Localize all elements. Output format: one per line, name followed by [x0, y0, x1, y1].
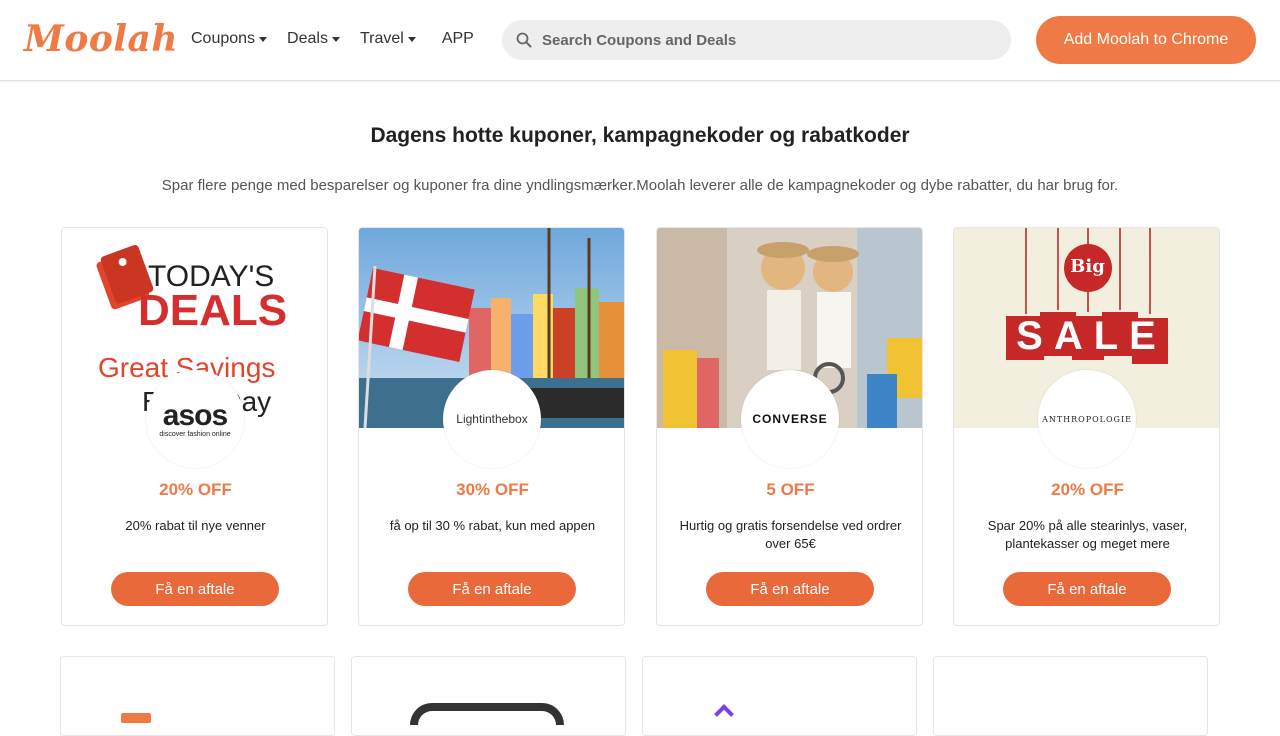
search-icon [516, 32, 532, 48]
deal-card-row2-2 [351, 656, 626, 736]
deal-card-row2-3 [642, 656, 917, 736]
chevron-down-icon [407, 36, 416, 42]
nav-app-label: APP [441, 30, 474, 47]
anthropologie-logo[interactable]: ANTHROPOLOGIE [1038, 370, 1136, 468]
deal-card-asos: TODAY'S DEALS Great Savings Every Day as… [61, 227, 328, 626]
banner-text-big: Big [1070, 256, 1105, 277]
page-subtitle: Spar flere penge med besparelser og kupo… [161, 177, 1119, 194]
nav-coupons[interactable]: Coupons [191, 30, 268, 48]
deal-card-row2-4 [933, 656, 1208, 736]
search-bar[interactable] [502, 20, 1011, 60]
chevron-down-icon [259, 36, 268, 42]
deal-card-lightinthebox: Lightinthebox 30% OFF få op til 30 % rab… [358, 227, 625, 626]
get-deal-button[interactable]: Få en aftale [1003, 572, 1171, 606]
get-deal-button[interactable]: Få en aftale [408, 572, 576, 606]
brand-logo-partial [121, 713, 151, 723]
banner-text-deals: DEALS [138, 286, 288, 335]
nav-deals[interactable]: Deals [287, 30, 340, 48]
brand-logo-partial [410, 703, 564, 725]
deal-card-anthropologie: Big SALE ANTHROPOLOGIE 20% OFF Spar 20% … [953, 227, 1220, 626]
nav-deals-label: Deals [287, 30, 328, 47]
deal-description: Hurtig og gratis forsendelse ved ordrer … [679, 518, 902, 551]
converse-logo-text: CONVERSE [752, 412, 828, 426]
chevron-down-icon [331, 36, 340, 42]
nav-coupons-label: Coupons [191, 30, 256, 47]
nav-travel-label: Travel [359, 30, 404, 47]
deal-description: 20% rabat til nye venner [125, 518, 266, 533]
anthropologie-logo-text: ANTHROPOLOGIE [1042, 414, 1132, 424]
search-input[interactable] [542, 31, 982, 49]
deal-description: Spar 20% på alle stearinlys, vaser, plan… [987, 518, 1188, 551]
get-deal-button[interactable]: Få en aftale [111, 572, 279, 606]
discount-label: 20% OFF [1051, 480, 1124, 499]
top-navbar: Moolah Coupons Deals Travel APP Add Mool… [0, 0, 1280, 81]
deal-card-row2-1 [60, 656, 335, 736]
add-to-chrome-button[interactable]: Add Moolah to Chrome [1036, 16, 1256, 64]
asos-tagline: discover fashion online [159, 430, 231, 438]
discount-label: 5 OFF [766, 480, 815, 499]
nav-app[interactable]: APP [442, 30, 474, 48]
main-nav: Coupons Deals Travel APP [191, 30, 494, 48]
brand-logo-partial [714, 704, 734, 724]
asos-logo-text: asos [162, 398, 228, 432]
deal-description: få op til 30 % rabat, kun med appen [389, 518, 596, 533]
page-title: Dagens hotte kuponer, kampagnekoder og r… [370, 124, 910, 147]
discount-label: 20% OFF [159, 480, 232, 499]
lightinthebox-logo-text: Lightinthebox [456, 412, 528, 426]
banner-text-sale: SALE [1016, 314, 1167, 358]
moolah-logo[interactable]: Moolah [24, 18, 178, 60]
get-deal-button[interactable]: Få en aftale [706, 572, 874, 606]
asos-logo[interactable]: asos discover fashion online [146, 370, 244, 468]
nav-travel[interactable]: Travel [360, 30, 416, 48]
deal-card-converse: CONVERSE 5 OFF Hurtig og gratis forsende… [656, 227, 923, 626]
lightinthebox-logo[interactable]: Lightinthebox [443, 370, 541, 468]
discount-label: 30% OFF [456, 480, 529, 499]
converse-logo[interactable]: CONVERSE [741, 370, 839, 468]
